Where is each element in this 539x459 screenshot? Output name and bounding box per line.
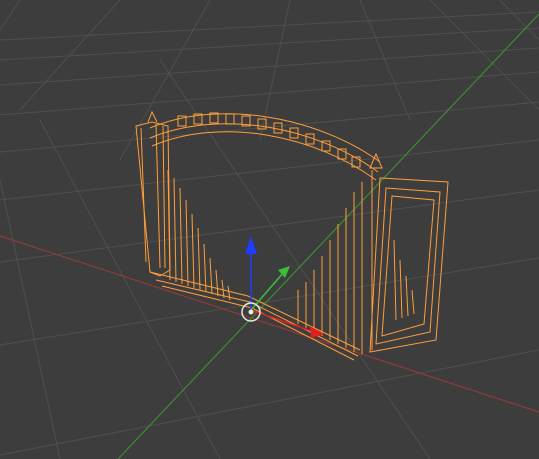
3d-viewport[interactable] <box>0 0 539 459</box>
pivot-dot <box>248 309 254 315</box>
viewport-background <box>0 0 539 459</box>
